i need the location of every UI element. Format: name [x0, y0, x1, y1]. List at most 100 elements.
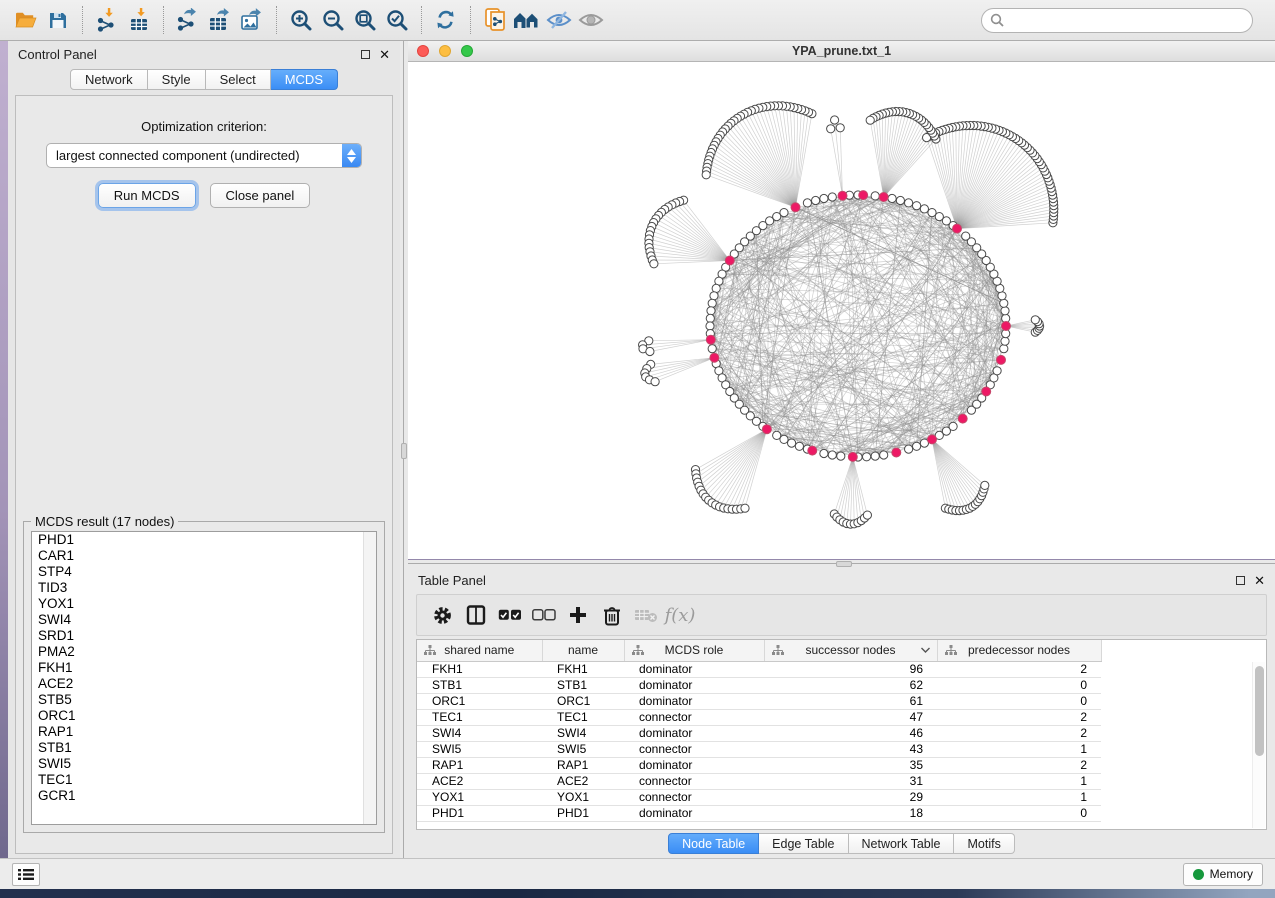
- vertical-splitter[interactable]: [400, 41, 408, 858]
- table-cell: connector: [624, 773, 764, 789]
- mcds-result-item[interactable]: TID3: [32, 580, 376, 596]
- save-icon[interactable]: [42, 5, 74, 35]
- mcds-result-item[interactable]: YOX1: [32, 596, 376, 612]
- table-panel-title: Table Panel: [418, 573, 486, 588]
- add-column-icon[interactable]: [563, 600, 593, 630]
- mcds-result-item[interactable]: SWI4: [32, 612, 376, 628]
- search-input[interactable]: [1009, 13, 1244, 27]
- delete-column-icon[interactable]: [597, 600, 627, 630]
- table-row[interactable]: ACE2ACE2connector311: [417, 773, 1101, 789]
- import-network-icon[interactable]: [91, 5, 123, 35]
- column-header-predecessor-nodes[interactable]: predecessor nodes: [937, 640, 1101, 661]
- hide-graphics-details-icon[interactable]: [543, 5, 575, 35]
- table-cell: TEC1: [542, 709, 624, 725]
- zoom-in-icon[interactable]: [285, 5, 317, 35]
- node-table: shared namenameMCDS rolesuccessor nodesp…: [417, 640, 1102, 822]
- table-row[interactable]: YOX1YOX1connector291: [417, 789, 1101, 805]
- tab-edge-table[interactable]: Edge Table: [759, 833, 848, 854]
- mcds-result-item[interactable]: STB5: [32, 692, 376, 708]
- column-header-shared-name[interactable]: shared name: [417, 640, 542, 661]
- zoom-fit-icon[interactable]: [349, 5, 381, 35]
- tab-style[interactable]: Style: [148, 69, 206, 90]
- optimization-criterion-select[interactable]: largest connected component (undirected): [46, 143, 362, 168]
- mcds-result-item[interactable]: TEC1: [32, 772, 376, 788]
- tab-select[interactable]: Select: [206, 69, 271, 90]
- deselect-all-icon[interactable]: [529, 600, 559, 630]
- mcds-result-item[interactable]: GCR1: [32, 788, 376, 804]
- table-row[interactable]: ORC1ORC1dominator610: [417, 693, 1101, 709]
- table-row[interactable]: STB1STB1dominator620: [417, 677, 1101, 693]
- zoom-out-icon[interactable]: [317, 5, 349, 35]
- mcds-result-item[interactable]: PMA2: [32, 644, 376, 660]
- table-cell: dominator: [624, 677, 764, 693]
- table-scrollbar[interactable]: [1252, 662, 1265, 828]
- mcds-result-item[interactable]: PHD1: [32, 532, 376, 548]
- mcds-list-scrollbar[interactable]: [363, 532, 376, 824]
- table-row[interactable]: TEC1TEC1connector472: [417, 709, 1101, 725]
- table-row[interactable]: SWI5SWI5connector431: [417, 741, 1101, 757]
- toolbar-separator: [470, 6, 471, 34]
- column-header-name[interactable]: name: [542, 640, 624, 661]
- tab-network-table[interactable]: Network Table: [849, 833, 955, 854]
- export-table-icon[interactable]: [204, 5, 236, 35]
- show-graphics-details-icon: [575, 5, 607, 35]
- search-icon: [990, 13, 1004, 27]
- column-header-successor-nodes[interactable]: successor nodes: [764, 640, 937, 661]
- zoom-selected-icon[interactable]: [381, 5, 413, 35]
- mcds-result-item[interactable]: CAR1: [32, 548, 376, 564]
- show-panel-menu-button[interactable]: [12, 863, 40, 886]
- mcds-result-item[interactable]: SRD1: [32, 628, 376, 644]
- run-mcds-button[interactable]: Run MCDS: [98, 183, 196, 208]
- memory-button[interactable]: Memory: [1183, 863, 1263, 886]
- close-panel-icon[interactable]: ✕: [1254, 574, 1265, 587]
- float-panel-icon[interactable]: [1236, 576, 1245, 585]
- export-network-icon[interactable]: [172, 5, 204, 35]
- float-panel-icon[interactable]: [361, 50, 370, 59]
- network-titlebar[interactable]: YPA_prune.txt_1: [408, 41, 1275, 62]
- table-cell: connector: [624, 741, 764, 757]
- network-canvas[interactable]: [408, 62, 1275, 559]
- memory-status-icon: [1193, 869, 1204, 880]
- split-columns-icon[interactable]: [461, 600, 491, 630]
- mcds-result-item[interactable]: STP4: [32, 564, 376, 580]
- clone-network-icon[interactable]: [479, 5, 511, 35]
- gear-icon[interactable]: [427, 600, 457, 630]
- table-cell: 29: [764, 789, 937, 805]
- horizontal-splitter[interactable]: [408, 560, 1275, 568]
- mcds-result-item[interactable]: STB1: [32, 740, 376, 756]
- tab-node-table[interactable]: Node Table: [668, 833, 759, 854]
- column-header-MCDS-role[interactable]: MCDS role: [624, 640, 764, 661]
- close-panel-icon[interactable]: ✕: [379, 48, 390, 61]
- mcds-result-item[interactable]: FKH1: [32, 660, 376, 676]
- select-all-icon[interactable]: [495, 600, 525, 630]
- refresh-layout-icon[interactable]: [430, 5, 462, 35]
- table-row[interactable]: FKH1FKH1dominator962: [417, 661, 1101, 677]
- tab-mcds[interactable]: MCDS: [271, 69, 338, 90]
- network-overview-icon[interactable]: [511, 5, 543, 35]
- close-panel-button[interactable]: Close panel: [210, 183, 311, 208]
- splitter-handle[interactable]: [836, 561, 852, 567]
- table-row[interactable]: SWI4SWI4dominator462: [417, 725, 1101, 741]
- mcds-result-item[interactable]: SWI5: [32, 756, 376, 772]
- table-tabs: Node TableEdge TableNetwork TableMotifs: [408, 833, 1275, 855]
- tab-network[interactable]: Network: [70, 69, 148, 90]
- tab-motifs[interactable]: Motifs: [954, 833, 1014, 854]
- import-table-icon[interactable]: [123, 5, 155, 35]
- table-row[interactable]: PHD1PHD1dominator180: [417, 805, 1101, 821]
- mcds-result-item[interactable]: RAP1: [32, 724, 376, 740]
- mcds-result-title: MCDS result (17 nodes): [31, 514, 178, 529]
- table-cell: 0: [937, 677, 1101, 693]
- search-field[interactable]: [981, 8, 1253, 33]
- mcds-result-item[interactable]: ACE2: [32, 676, 376, 692]
- table-cell: connector: [624, 789, 764, 805]
- export-image-icon[interactable]: [236, 5, 268, 35]
- mcds-result-item[interactable]: ORC1: [32, 708, 376, 724]
- splitter-handle[interactable]: [401, 443, 407, 459]
- mcds-result-list[interactable]: PHD1CAR1STP4TID3YOX1SWI4SRD1PMA2FKH1ACE2…: [31, 531, 377, 825]
- table-cell: SWI5: [417, 741, 542, 757]
- table-cell: TEC1: [417, 709, 542, 725]
- table-row[interactable]: RAP1RAP1dominator352: [417, 757, 1101, 773]
- open-folder-icon[interactable]: [10, 5, 42, 35]
- table-cell: YOX1: [417, 789, 542, 805]
- table-scrollbar-thumb[interactable]: [1255, 666, 1264, 756]
